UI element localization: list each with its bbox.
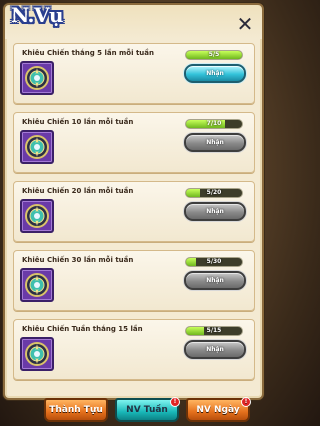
progress-text: 5/20 (206, 189, 222, 196)
quest-card: Khiêu Chiến thắng 5 lần mỗi tuần 5/5 Nhậ… (13, 43, 255, 104)
quest-title: Khiêu Chiến 10 lần mỗi tuần (22, 118, 134, 126)
progress-text: 5/5 (208, 51, 220, 58)
claim-button[interactable]: Nhận (184, 340, 246, 359)
notification-badge: ! (241, 397, 251, 407)
quest-card: Khiêu Chiến 20 lần mỗi tuần 5/20 Nhận (13, 181, 255, 242)
progress-text: 7/10 (206, 120, 222, 127)
quest-card: Khiêu Chiến 30 lần mỗi tuần 5/30 Nhận (13, 250, 255, 311)
quest-card: Khiêu Chiến Tuần thắng 15 lần 5/15 Nhận (13, 319, 255, 380)
claim-button[interactable]: Nhận (184, 202, 246, 221)
quest-title: Khiêu Chiến Tuần thắng 15 lần (22, 325, 143, 333)
claim-button-label: Nhận (206, 208, 224, 215)
claim-button[interactable]: Nhận (184, 64, 246, 83)
claim-button-label: Nhận (206, 346, 224, 353)
quest-title: Khiêu Chiến 20 lần mỗi tuần (22, 187, 134, 195)
claim-button[interactable]: Nhận (184, 133, 246, 152)
claim-button-label: Nhận (206, 277, 224, 284)
progress-bar: 5/20 (185, 188, 243, 198)
claim-button-label: Nhận (206, 139, 224, 146)
claim-button-label: Nhận (206, 70, 224, 77)
progress-bar: 5/30 (185, 257, 243, 267)
reward-slot[interactable] (20, 268, 54, 302)
progress-bar: 5/15 (185, 326, 243, 336)
compass-medal-icon (25, 135, 49, 159)
quest-card: Khiêu Chiến 10 lần mỗi tuần 7/10 Nhận (13, 112, 255, 173)
progress-text: 5/15 (206, 327, 222, 334)
reward-slot[interactable] (20, 337, 54, 371)
page-title: N.Vụ (11, 3, 64, 27)
quest-title: Khiêu Chiến 30 lần mỗi tuần (22, 256, 134, 264)
bottom-tabs: Thành Tựu NV Tuần ! NV Ngày ! (0, 397, 267, 426)
progress-bar: 7/10 (185, 119, 243, 129)
compass-medal-icon (25, 273, 49, 297)
claim-button[interactable]: Nhận (184, 271, 246, 290)
tab-label: NV Tuần (126, 405, 168, 415)
quest-panel: N.Vụ ✕ Khiêu Chiến thắng 5 lần mỗi tuần … (3, 3, 264, 400)
progress-bar: 5/5 (185, 50, 243, 60)
reward-slot[interactable] (20, 130, 54, 164)
quest-title: Khiêu Chiến thắng 5 lần mỗi tuần (22, 49, 154, 57)
reward-slot[interactable] (20, 61, 54, 95)
notification-badge: ! (170, 397, 180, 407)
compass-medal-icon (25, 204, 49, 228)
close-icon[interactable]: ✕ (234, 13, 256, 35)
tab-weekly-quests[interactable]: NV Tuần ! (115, 397, 180, 422)
tab-label: NV Ngày (196, 405, 240, 415)
progress-text: 5/30 (206, 258, 222, 265)
tab-daily-quests[interactable]: NV Ngày ! (186, 397, 251, 422)
tab-label: Thành Tựu (49, 405, 103, 415)
compass-medal-icon (25, 66, 49, 90)
reward-slot[interactable] (20, 199, 54, 233)
compass-medal-icon (25, 342, 49, 366)
tab-achievements[interactable]: Thành Tựu (44, 398, 108, 422)
